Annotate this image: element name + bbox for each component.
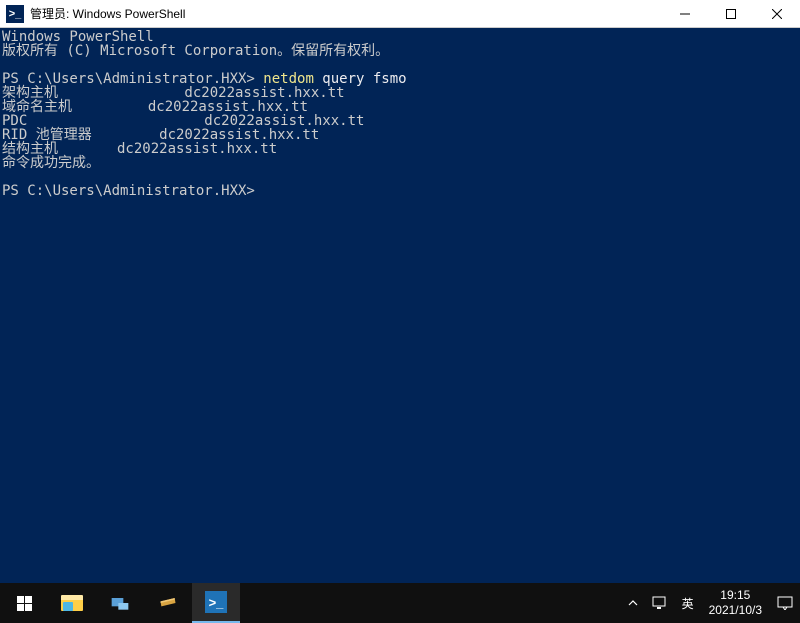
taskbar: >_ 英 19:15 2021/10/3 — [0, 583, 800, 623]
tray-overflow-button[interactable] — [621, 583, 645, 623]
clock-date: 2021/10/3 — [709, 603, 762, 618]
chevron-up-icon — [628, 598, 638, 608]
device-icon — [110, 593, 130, 613]
system-tray: 英 19:15 2021/10/3 — [621, 583, 800, 623]
files-icon — [158, 593, 178, 613]
ime-label: 英 — [682, 595, 694, 612]
powershell-window: >_ 管理员: Windows PowerShell Windows Power… — [0, 0, 800, 583]
notifications-button[interactable] — [770, 583, 800, 623]
network-button[interactable] — [645, 583, 675, 623]
clock-time: 19:15 — [720, 588, 750, 603]
powershell-icon: >_ — [205, 591, 227, 613]
ime-button[interactable]: 英 — [675, 583, 701, 623]
output-line: 命令成功完成。 — [2, 155, 100, 171]
maximize-button[interactable] — [708, 0, 754, 28]
file-explorer-button[interactable] — [48, 583, 96, 623]
terminal-line: 版权所有 (C) Microsoft Corporation。保留所有权利。 — [2, 43, 389, 59]
windows-icon — [17, 596, 32, 611]
taskbar-app-button[interactable] — [96, 583, 144, 623]
terminal-area[interactable]: Windows PowerShell 版权所有 (C) Microsoft Co… — [0, 28, 800, 583]
titlebar[interactable]: >_ 管理员: Windows PowerShell — [0, 0, 800, 28]
notification-icon — [777, 596, 793, 610]
taskbar-app-button[interactable] — [144, 583, 192, 623]
network-icon — [652, 596, 668, 610]
powershell-taskbar-button[interactable]: >_ — [192, 583, 240, 623]
window-controls — [662, 0, 800, 28]
clock-button[interactable]: 19:15 2021/10/3 — [701, 588, 770, 618]
window-title: 管理员: Windows PowerShell — [28, 5, 662, 22]
folder-icon — [61, 595, 83, 611]
start-button[interactable] — [0, 583, 48, 623]
prompt: PS C:\Users\Administrator.HXX> — [2, 183, 263, 199]
minimize-button[interactable] — [662, 0, 708, 28]
close-button[interactable] — [754, 0, 800, 28]
powershell-icon: >_ — [6, 5, 24, 23]
taskbar-left: >_ — [0, 583, 240, 623]
